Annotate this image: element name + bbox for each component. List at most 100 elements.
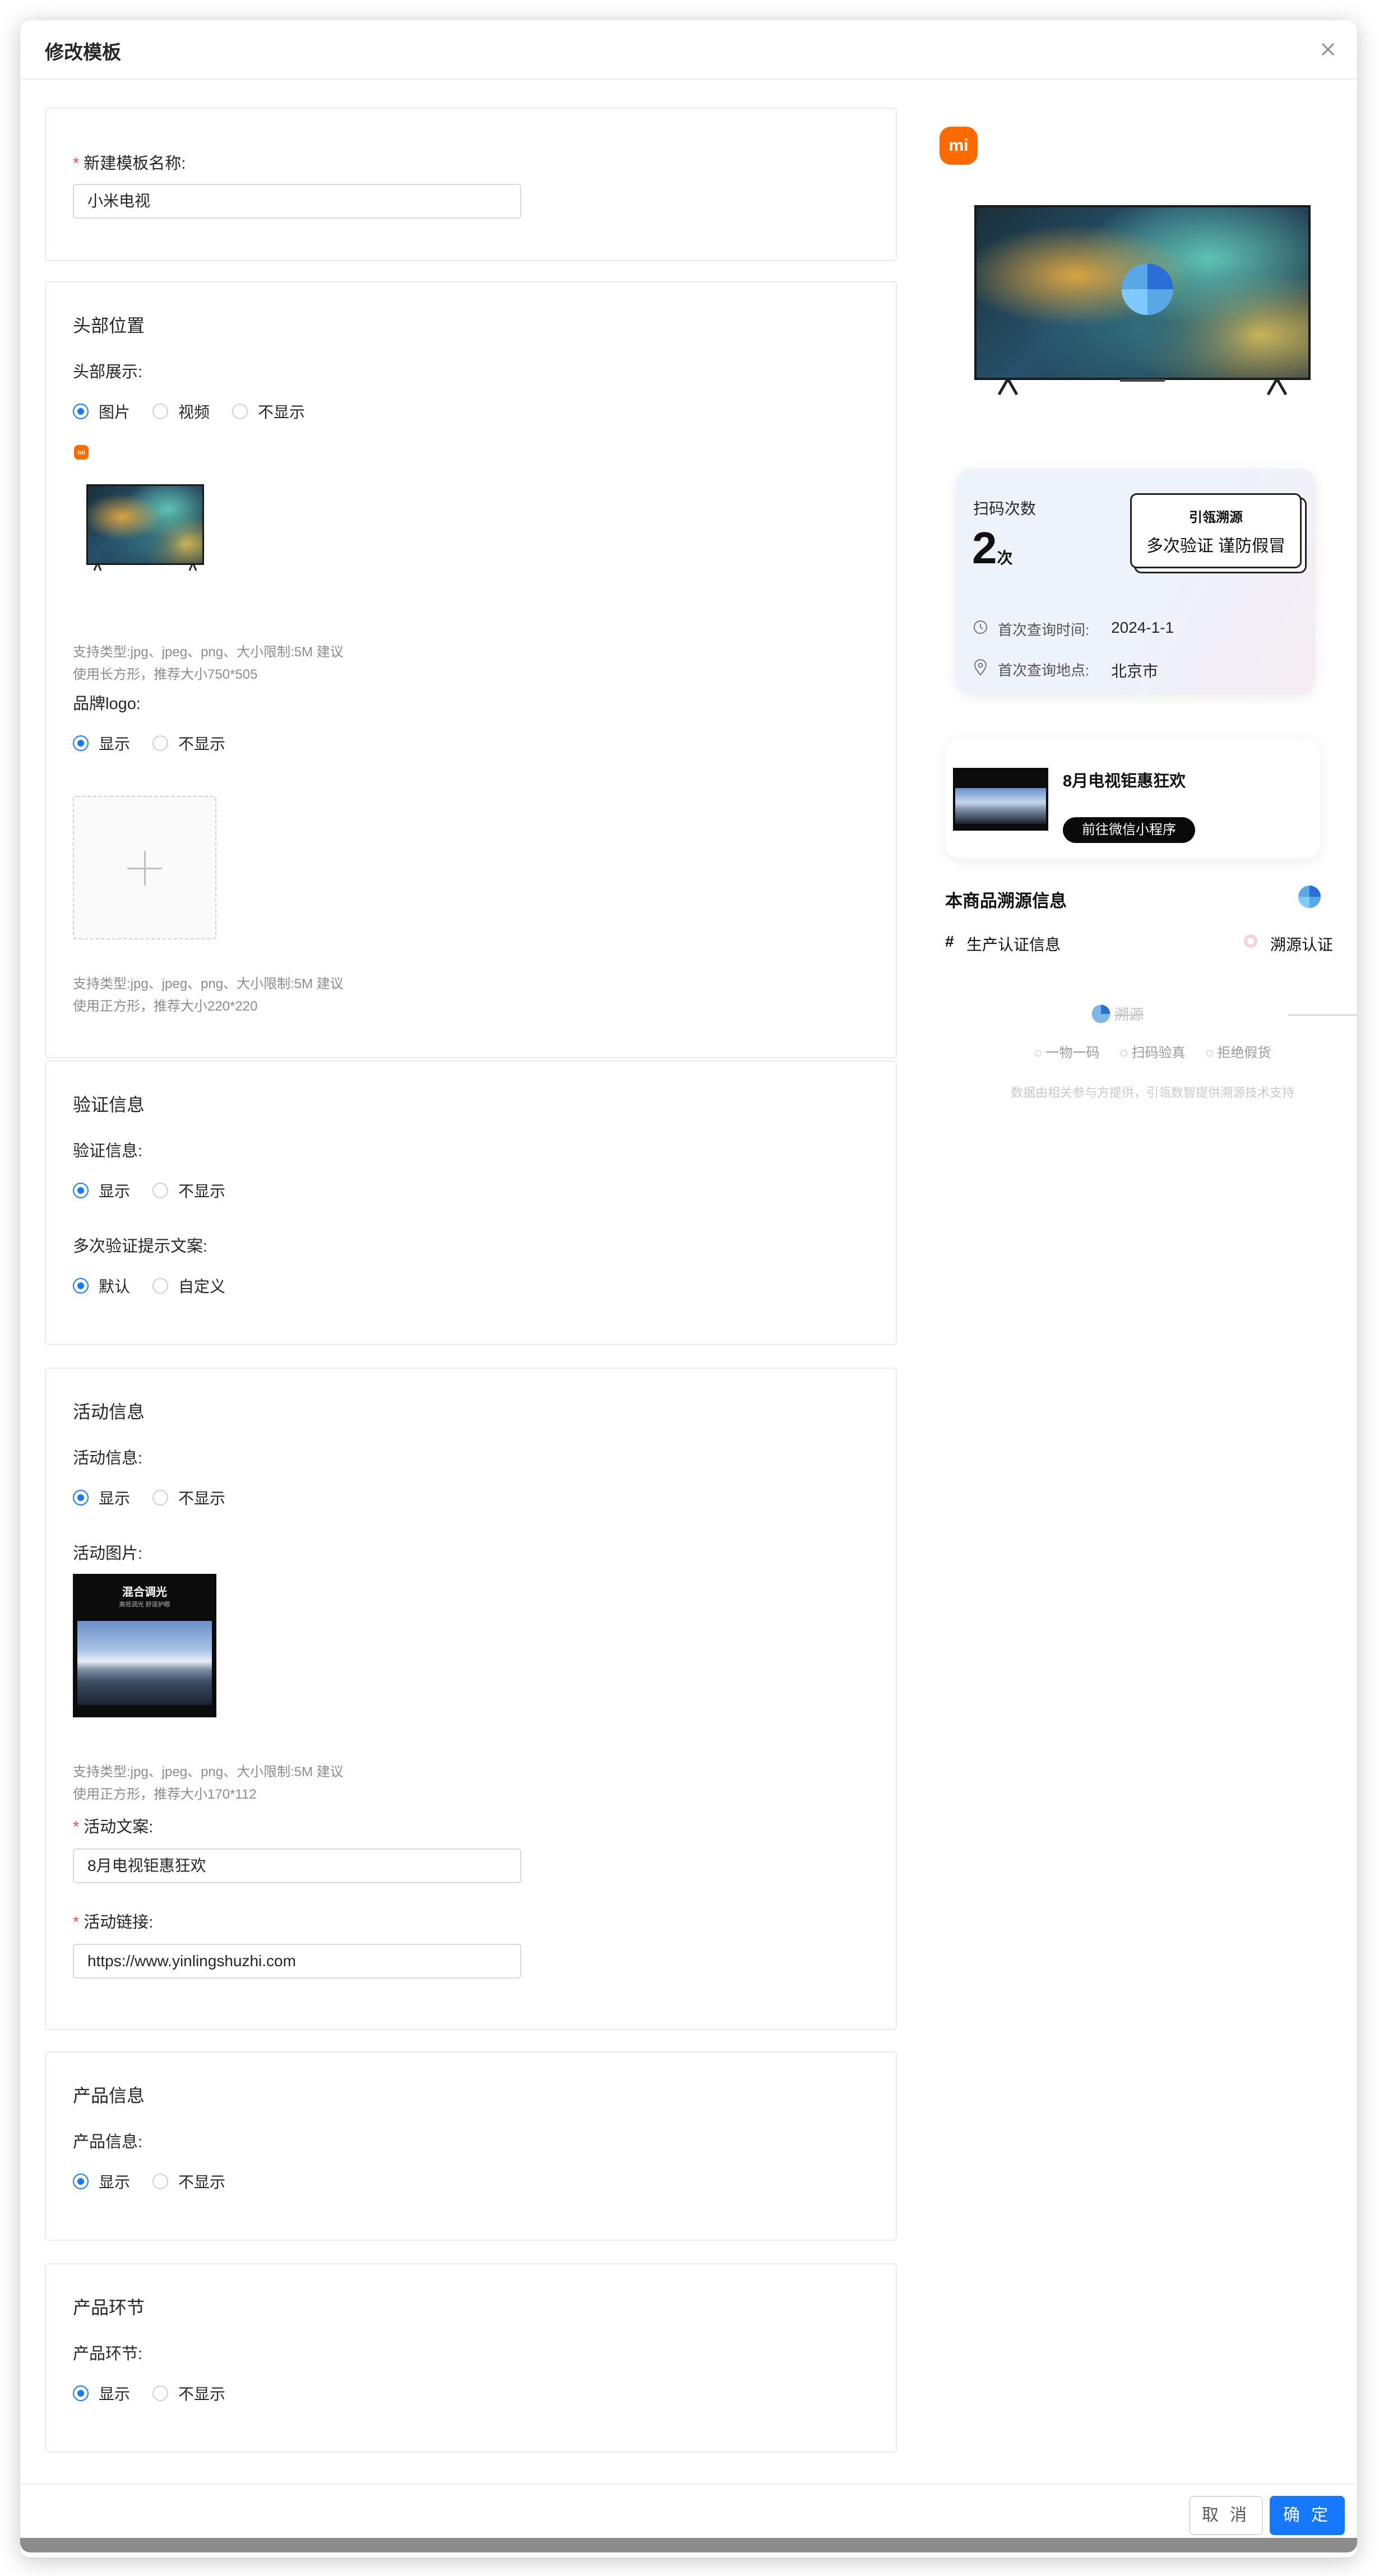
edit-template-modal: 修改模板 * 新建模板名称: 小米电视 头部位置 头部展示: 图片 视频 不显示 …: [20, 20, 1357, 2558]
radio-dot: [73, 1278, 89, 1294]
radio-process-show[interactable]: 显示: [73, 2382, 130, 2404]
radio-image[interactable]: 图片: [73, 400, 130, 423]
product-process-label: 产品环节:: [73, 2345, 143, 2363]
scan-count-value: 2次: [972, 523, 1013, 573]
feature-item: ◌ 拒绝假货: [1205, 1045, 1271, 1060]
radio-dot: [73, 1183, 89, 1198]
section-title: 活动信息: [73, 1402, 145, 1422]
activity-radio-group: 显示 不显示: [73, 1486, 248, 1509]
activity-image-label: 活动图片:: [73, 1545, 143, 1563]
radio-activity-hide[interactable]: 不显示: [152, 1486, 225, 1509]
footer-brand-icon: [1091, 1004, 1110, 1023]
radio-tip-default[interactable]: 默认: [73, 1275, 130, 1297]
radio-tip-custom[interactable]: 自定义: [152, 1275, 225, 1297]
activity-link-label: * 活动链接:: [73, 1914, 154, 1931]
radio-dot: [152, 2385, 169, 2401]
product-info-label: 产品信息:: [73, 2133, 143, 2151]
section-title: 产品信息: [73, 2086, 145, 2106]
radio-dot: [73, 2174, 89, 2189]
section-title: 产品环节: [73, 2297, 145, 2318]
modal-header: 修改模板: [20, 20, 1357, 80]
radio-dot: [73, 404, 89, 419]
template-name-section: * 新建模板名称: 小米电视: [45, 108, 897, 261]
radio-brand-show[interactable]: 显示: [73, 732, 130, 754]
brand-swirl-icon: [1122, 263, 1173, 315]
shield-check-icon: ◌: [1119, 1045, 1128, 1060]
window-bottom-bar: [20, 2538, 1357, 2552]
verify-tip-radio-group: 默认 自定义: [73, 1275, 248, 1297]
header-display-label: 头部展示:: [73, 363, 143, 381]
poster-scene: [77, 1621, 212, 1705]
tv-stand-icon: [997, 379, 1288, 396]
scan-count-label: 扫码次数: [973, 500, 1036, 517]
brand-logo: mi: [940, 127, 978, 165]
activity-section: 活动信息 活动信息: 显示 不显示 活动图片: 混合调光 高低调光 舒适护眼 支…: [45, 1368, 897, 2030]
stamp-text: 多次验证 谨防假冒: [1146, 537, 1286, 555]
activity-preview-card: 8月电视钜惠狂欢 前往微信小程序: [945, 739, 1321, 859]
feature-item: ◌ 一物一码: [1034, 1045, 1100, 1060]
activity-preview-title: 8月电视钜惠狂欢: [1063, 772, 1186, 790]
product-process-radio-group: 显示 不显示: [73, 2382, 248, 2404]
radio-activity-show[interactable]: 显示: [73, 1486, 130, 1509]
cert-label[interactable]: 生产认证信息: [966, 933, 1061, 955]
required-mark: *: [73, 155, 80, 173]
radio-dot: [152, 1490, 169, 1505]
product-info-radio-group: 显示 不显示: [73, 2170, 248, 2193]
scan-count-card: 扫码次数 2次 引瓴溯源 多次验证 谨防假冒 首次查询时间: 2024-1-1 …: [956, 469, 1315, 695]
template-name-label: * 新建模板名称:: [73, 155, 186, 173]
close-icon[interactable]: [1316, 37, 1340, 62]
activity-link-input[interactable]: https://www.yinlingshuzhi.com: [73, 1944, 521, 1979]
feature-item: ◌ 扫码验真: [1119, 1045, 1186, 1060]
trace-brand-icon: [1298, 886, 1321, 908]
brand-logo-radio-group: 显示 不显示: [73, 732, 248, 754]
radio-dot: [152, 1278, 169, 1294]
trace-info-title: 本商品溯源信息: [945, 891, 1067, 911]
activity-image-hint: 支持类型:jpg、jpeg、png、大小限制:5M 建议 使用正方形，推荐大小17…: [73, 1764, 344, 1802]
radio-dot: [73, 1490, 89, 1505]
logo-upload-button[interactable]: [73, 796, 216, 939]
shield-check-icon: ◌: [1205, 1045, 1214, 1060]
header-position-section: 头部位置 头部展示: 图片 视频 不显示 mi 支持类型:jpg、jpeg、pn…: [45, 281, 897, 1058]
radio-product-show[interactable]: 显示: [73, 2170, 130, 2193]
product-info-section: 产品信息 产品信息: 显示 不显示: [45, 2051, 897, 2241]
activity-copy-input[interactable]: 8月电视钜惠狂欢: [73, 1848, 521, 1883]
tv-stand-icon: [93, 563, 197, 571]
stamp-title: 引瓴溯源: [1189, 510, 1243, 525]
radio-brand-hide[interactable]: 不显示: [152, 732, 225, 754]
activity-image[interactable]: 混合调光 高低调光 舒适护眼: [73, 1574, 216, 1717]
verify-tip-label: 多次验证提示文案:: [73, 1238, 208, 1255]
radio-dot: [152, 735, 169, 751]
poster-title: 混合调光: [122, 1586, 167, 1599]
cert-badge-text: 溯源认证: [1270, 936, 1334, 953]
confirm-button[interactable]: 确 定: [1270, 2496, 1345, 2535]
verify-radio-group: 显示 不显示: [73, 1179, 248, 1202]
cancel-button[interactable]: 取 消: [1189, 2496, 1263, 2535]
radio-product-hide[interactable]: 不显示: [152, 2170, 225, 2193]
first-time-label: 首次查询时间:: [998, 622, 1090, 638]
radio-video[interactable]: 视频: [152, 400, 210, 423]
open-miniprogram-button[interactable]: 前往微信小程序: [1063, 817, 1195, 843]
footer-brand-line: [1288, 1014, 1357, 1016]
radio-dot: [73, 735, 89, 751]
radio-verify-show[interactable]: 显示: [73, 1179, 130, 1202]
radio-verify-hide[interactable]: 不显示: [152, 1179, 225, 1202]
radio-process-hide[interactable]: 不显示: [152, 2382, 225, 2404]
feature-list: ◌ 一物一码 ◌ 扫码验真 ◌ 拒绝假货: [940, 1041, 1357, 1061]
radio-hidden[interactable]: 不显示: [232, 400, 305, 423]
radio-dot: [152, 2174, 169, 2189]
verify-label: 验证信息:: [73, 1142, 143, 1160]
verify-section: 验证信息 验证信息: 显示 不显示 多次验证提示文案: 默认 自定义: [45, 1060, 897, 1345]
required-mark: *: [73, 1914, 80, 1931]
radio-dot: [152, 404, 169, 419]
required-mark: *: [73, 1818, 80, 1836]
poster-subtitle: 高低调光 舒适护眼: [119, 1601, 170, 1608]
cert-hash: #: [945, 933, 954, 950]
activity-preview-scene: [955, 788, 1046, 824]
mobile-preview: mi 扫码次数 2次 引瓴溯源 多次验证 谨防假冒 首次查询时间: 2024-1…: [940, 104, 1357, 2458]
header-image-thumb[interactable]: [86, 484, 204, 574]
radio-dot: [232, 404, 248, 419]
footer-note: 数据由相关参与方提供，引瓴数智提供溯源技术支持: [1010, 1086, 1294, 1100]
location-icon: [974, 659, 987, 676]
template-name-input[interactable]: 小米电视: [73, 184, 521, 219]
tv-image: [86, 484, 204, 565]
